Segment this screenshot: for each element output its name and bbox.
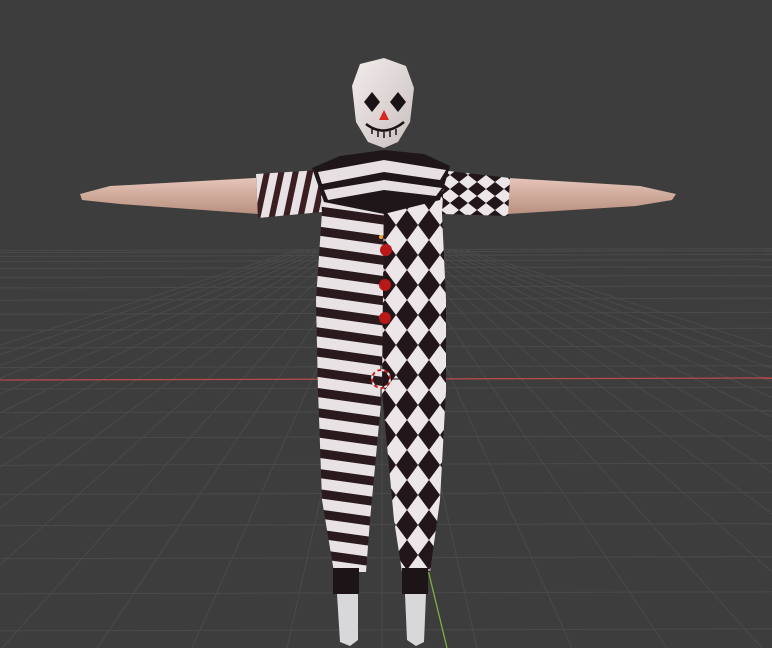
grid-line: [459, 249, 772, 358]
grid-line: [0, 491, 772, 495]
grid-line: [0, 249, 311, 367]
grid-line: [0, 249, 305, 356]
grid-line: [1, 249, 359, 648]
3d-viewport[interactable]: [0, 0, 772, 648]
grid-line: [0, 462, 772, 466]
right-arm: [508, 178, 676, 214]
viewport-scene[interactable]: [0, 0, 772, 648]
grid-line: [0, 556, 772, 560]
grid-line: [411, 249, 772, 573]
grid-line: [0, 249, 323, 395]
object-origin-icon[interactable]: [379, 235, 383, 239]
grid-line: [0, 249, 335, 438]
left-foot: [337, 594, 358, 646]
grid-line: [0, 249, 353, 566]
right-foot: [405, 594, 426, 646]
grid-line: [465, 249, 772, 349]
grid-line: [435, 249, 772, 418]
right-sleeve: [440, 170, 510, 216]
grid-line: [0, 249, 317, 380]
left-sleeve: [256, 170, 322, 218]
grid-line: [0, 249, 329, 414]
grid-line: [453, 249, 772, 370]
right-leg: [382, 390, 446, 572]
left-arm: [80, 178, 258, 214]
left-ankle-cuff: [333, 568, 359, 594]
grid-line: [429, 249, 772, 442]
right-ankle-cuff: [402, 568, 428, 594]
grid-line: [441, 249, 772, 399]
grid-line: [0, 435, 772, 439]
costume-button: [379, 312, 391, 324]
grid-line: [0, 249, 347, 509]
costume-button: [380, 244, 392, 256]
grid-line: [0, 591, 772, 595]
costume-button: [379, 279, 391, 291]
left-leg: [318, 390, 382, 572]
grid-line: [405, 249, 763, 648]
grid-line: [447, 249, 772, 383]
grid-line: [0, 628, 772, 632]
grid-line: [423, 249, 772, 473]
grid-line: [0, 523, 772, 527]
